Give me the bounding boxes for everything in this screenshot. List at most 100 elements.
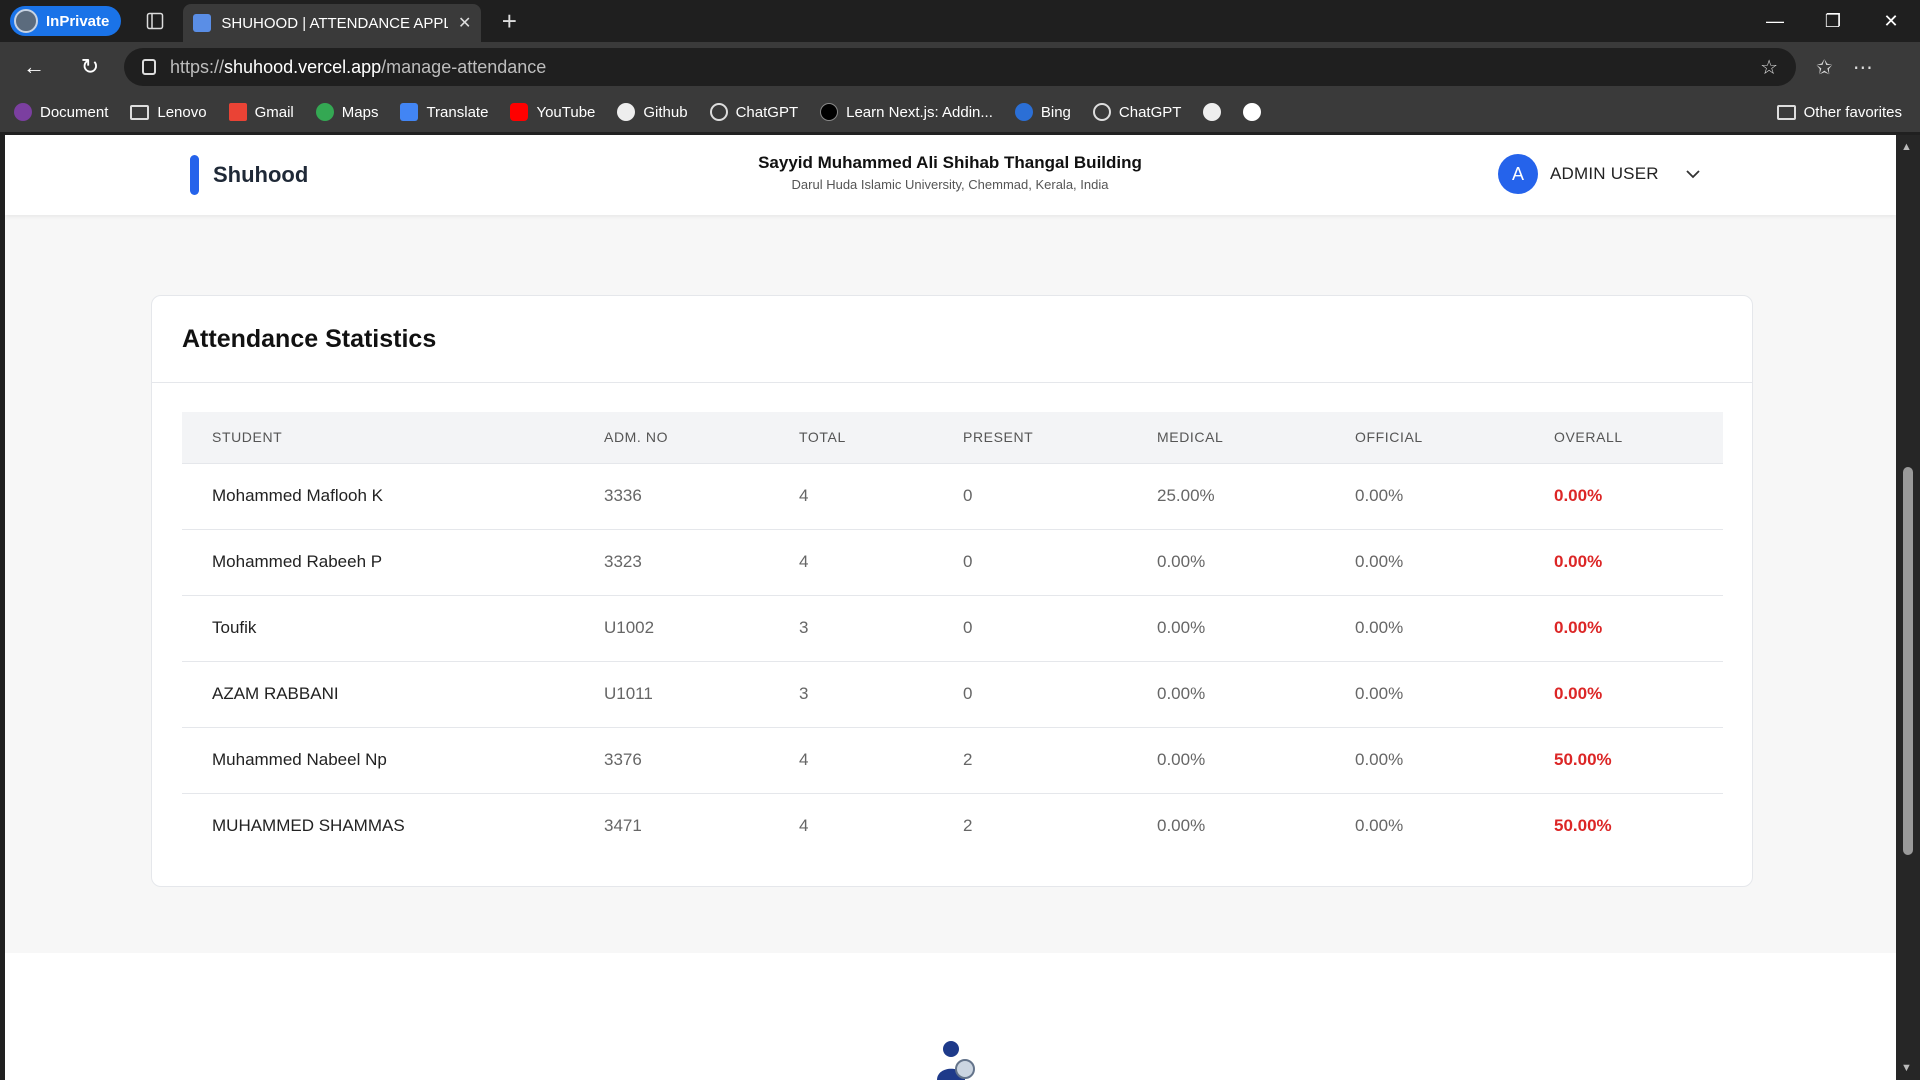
bookmark-learn-nextjs[interactable]: Learn Next.js: Addin... xyxy=(820,103,993,121)
page-footer xyxy=(5,953,1896,1080)
refresh-icon[interactable]: ↻ xyxy=(68,47,112,87)
app-header: Shuhood Sayyid Muhammed Ali Shihab Thang… xyxy=(5,135,1896,215)
card-header: Attendance Statistics xyxy=(152,296,1752,383)
page-scrollbar[interactable]: ▲ ▼ xyxy=(1896,135,1920,1080)
present: 0 xyxy=(963,552,973,571)
adm-no: U1002 xyxy=(604,618,655,637)
tab-active[interactable]: SHUHOOD | ATTENDANCE APPLIC ✕ xyxy=(183,4,482,42)
folder-icon xyxy=(1776,104,1796,120)
overall: 0.00% xyxy=(1554,486,1603,505)
inprivate-label: InPrivate xyxy=(46,12,110,30)
bookmark-translate[interactable]: Translate xyxy=(400,103,488,121)
column-header-present: PRESENT xyxy=(963,429,1034,446)
maps-icon xyxy=(315,103,334,121)
medical: 0.00% xyxy=(1157,750,1206,769)
url-text[interactable]: https://shuhood.vercel.app/manage-attend… xyxy=(170,57,1746,78)
restore-icon[interactable]: ❐ xyxy=(1804,0,1862,42)
medical: 0.00% xyxy=(1157,618,1206,637)
bookmark-youtube[interactable]: YouTube xyxy=(510,103,595,121)
medical: 0.00% xyxy=(1157,684,1206,703)
table-row: Mohammed Rabeeh P 3323 4 0 0.00% 0.00% 0… xyxy=(182,529,1723,595)
total: 4 xyxy=(799,750,809,769)
close-window-icon[interactable]: ✕ xyxy=(1862,0,1920,42)
tab-close-icon[interactable]: ✕ xyxy=(458,13,471,33)
card-title: Attendance Statistics xyxy=(182,324,437,353)
brand-accent-bar xyxy=(190,155,199,195)
present: 0 xyxy=(963,618,973,637)
minimize-icon[interactable]: — xyxy=(1746,0,1804,42)
table-header-row: STUDENT ADM. NO TOTAL PRESENT MEDICAL OF… xyxy=(182,412,1723,463)
student-name: Mohammed Maflooh K xyxy=(212,486,384,505)
university-name: Darul Huda Islamic University, Chemmad, … xyxy=(791,177,1109,192)
bookmark-github-2[interactable] xyxy=(1203,103,1222,121)
bookmark-maps[interactable]: Maps xyxy=(315,103,378,121)
table-row: Mohammed Maflooh K 3336 4 0 25.00% 0.00%… xyxy=(182,463,1723,529)
youtube-icon xyxy=(510,103,529,121)
scroll-up-icon[interactable]: ▲ xyxy=(1901,141,1912,153)
total: 4 xyxy=(799,552,809,571)
more-icon[interactable]: ⋯ xyxy=(1853,55,1873,80)
window-controls: — ❐ ✕ xyxy=(1746,0,1920,42)
scroll-down-icon[interactable]: ▼ xyxy=(1901,1062,1912,1074)
user-search-icon xyxy=(937,1041,975,1080)
bookmarks-bar: Document Lenovo Gmail Maps Translate You… xyxy=(0,92,1920,132)
favorite-star-icon[interactable]: ☆ xyxy=(1760,55,1778,80)
profile-icon xyxy=(14,9,38,33)
inprivate-button[interactable]: InPrivate xyxy=(10,6,122,36)
lock-icon[interactable] xyxy=(142,59,156,75)
user-menu[interactable]: A ADMIN USER xyxy=(1498,154,1701,194)
total: 4 xyxy=(799,816,809,836)
table-row: Muhammed Nabeel Np 3376 4 2 0.00% 0.00% … xyxy=(182,727,1723,793)
bookmark-lenovo[interactable]: Lenovo xyxy=(130,104,207,121)
chevron-down-icon[interactable] xyxy=(1685,166,1701,182)
adm-no: 3376 xyxy=(604,750,642,769)
official: 0.00% xyxy=(1355,750,1404,769)
attendance-table: STUDENT ADM. NO TOTAL PRESENT MEDICAL OF… xyxy=(182,412,1723,859)
medical: 0.00% xyxy=(1157,816,1206,836)
tab-title: SHUHOOD | ATTENDANCE APPLIC xyxy=(221,14,448,32)
tab-favicon-icon xyxy=(193,14,212,32)
overall: 0.00% xyxy=(1554,618,1603,637)
attendance-statistics-card: Attendance Statistics STUDENT ADM. NO TO… xyxy=(151,295,1753,887)
brand-name: Shuhood xyxy=(213,162,309,187)
building-name: Sayyid Muhammed Ali Shihab Thangal Build… xyxy=(758,153,1142,172)
adm-no: 3336 xyxy=(604,486,642,505)
tab-actions-icon[interactable] xyxy=(135,1,175,41)
bookmark-gmail[interactable]: Gmail xyxy=(228,103,294,121)
bookmark-document[interactable]: Document xyxy=(14,103,108,121)
gmail-icon xyxy=(228,103,247,121)
total: 3 xyxy=(799,618,809,637)
student-name: Mohammed Rabeeh P xyxy=(212,552,383,571)
official: 0.00% xyxy=(1355,816,1404,836)
official: 0.00% xyxy=(1355,684,1404,703)
scrollbar-thumb[interactable] xyxy=(1903,467,1913,855)
bookmark-bing[interactable]: Bing xyxy=(1014,103,1071,121)
bing-search-icon xyxy=(1014,103,1033,121)
overall: 50.00% xyxy=(1554,750,1612,769)
present: 2 xyxy=(963,816,973,836)
bookmark-vercel[interactable] xyxy=(1243,103,1262,121)
favorites-icon[interactable]: ✩ xyxy=(1816,55,1833,80)
bookmark-other-favorites[interactable]: Other favorites xyxy=(1776,92,1902,132)
official: 0.00% xyxy=(1355,486,1404,505)
back-icon[interactable]: ← xyxy=(12,47,56,87)
address-bar[interactable]: https://shuhood.vercel.app/manage-attend… xyxy=(124,48,1796,86)
overall: 50.00% xyxy=(1554,816,1612,836)
bookmark-github[interactable]: Github xyxy=(617,103,688,121)
new-tab-button[interactable]: + xyxy=(491,6,527,37)
table-row: AZAM RABBANI U1011 3 0 0.00% 0.00% 0.00% xyxy=(182,661,1723,727)
document-icon xyxy=(14,103,32,121)
overall: 0.00% xyxy=(1554,684,1603,703)
medical: 25.00% xyxy=(1157,486,1215,505)
brand[interactable]: Shuhood xyxy=(190,155,308,195)
page-viewport: Shuhood Sayyid Muhammed Ali Shihab Thang… xyxy=(5,135,1896,1080)
chatgpt-icon xyxy=(1092,103,1111,121)
student-name: Muhammed Nabeel Np xyxy=(212,750,387,769)
official: 0.00% xyxy=(1355,552,1404,571)
folder-icon xyxy=(130,104,150,120)
bookmark-chatgpt[interactable]: ChatGPT xyxy=(709,103,798,121)
official: 0.00% xyxy=(1355,618,1404,637)
student-name: AZAM RABBANI xyxy=(212,684,339,703)
browser-tab-bar: InPrivate SHUHOOD | ATTENDANCE APPLIC ✕ … xyxy=(0,0,1920,42)
bookmark-chatgpt-2[interactable]: ChatGPT xyxy=(1092,103,1181,121)
